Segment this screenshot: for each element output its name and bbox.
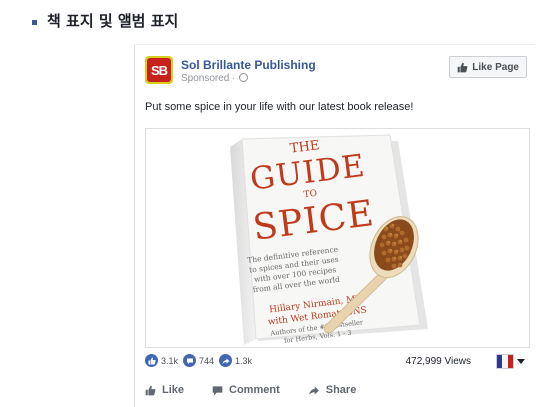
- section-header: 책 표지 및 앨범 표지: [32, 10, 178, 31]
- share-icon: [308, 385, 319, 395]
- sponsored-text: Sponsored: [181, 73, 230, 84]
- page-logo[interactable]: SB: [145, 56, 173, 84]
- share-label: Share: [325, 384, 357, 396]
- comment-button[interactable]: Comment: [212, 384, 280, 396]
- sponsored-separator: ·: [232, 73, 236, 84]
- comments-count: 744: [199, 355, 215, 366]
- chevron-down-icon: [517, 359, 525, 364]
- thumbs-up-icon: [457, 62, 468, 72]
- like-page-button[interactable]: Like Page: [449, 56, 527, 78]
- page-name-link[interactable]: Sol Brillante Publishing: [181, 58, 316, 72]
- reaction-likes[interactable]: 3.1k: [145, 354, 178, 367]
- shares-count: 1.3k: [235, 355, 253, 366]
- like-button[interactable]: Like: [145, 384, 184, 396]
- likes-count: 3.1k: [161, 355, 179, 366]
- globe-icon[interactable]: [239, 73, 249, 82]
- thumbs-up-icon: [145, 385, 156, 395]
- views-count: 472,999 Views: [405, 356, 471, 367]
- book-cover-image: THE GUIDE TO SPICE The definitive refere…: [230, 134, 428, 345]
- audience-selector[interactable]: [496, 354, 525, 369]
- sponsored-post: SB Sol Brillante Publishing Sponsored · …: [134, 44, 535, 407]
- page-logo-text: SB: [147, 58, 171, 82]
- stats-bar: 3.1k 744 1.3k 472,999 Views: [145, 354, 527, 372]
- like-reaction-icon: [145, 354, 158, 367]
- reaction-shares[interactable]: 1.3k: [219, 354, 252, 367]
- sponsored-label: Sponsored ·: [181, 73, 249, 84]
- flag-icon: [496, 354, 514, 369]
- share-button[interactable]: Share: [308, 384, 357, 396]
- like-label: Like: [162, 384, 185, 396]
- section-title: 책 표지 및 앨범 표지: [47, 12, 179, 30]
- post-actions: Like Comment Share: [145, 381, 384, 399]
- post-image-link[interactable]: THE GUIDE TO SPICE The definitive refere…: [145, 128, 530, 348]
- post-header: SB Sol Brillante Publishing Sponsored · …: [145, 55, 527, 89]
- reaction-comments[interactable]: 744: [183, 354, 214, 367]
- book-title-to: TO: [303, 189, 318, 201]
- comment-reaction-icon: [183, 354, 196, 367]
- comment-label: Comment: [229, 384, 280, 396]
- bullet-icon: [32, 20, 37, 25]
- share-reaction-icon: [219, 354, 232, 367]
- post-text: Put some spice in your life with our lat…: [145, 101, 414, 113]
- like-page-label: Like Page: [472, 61, 519, 73]
- comment-icon: [212, 385, 223, 395]
